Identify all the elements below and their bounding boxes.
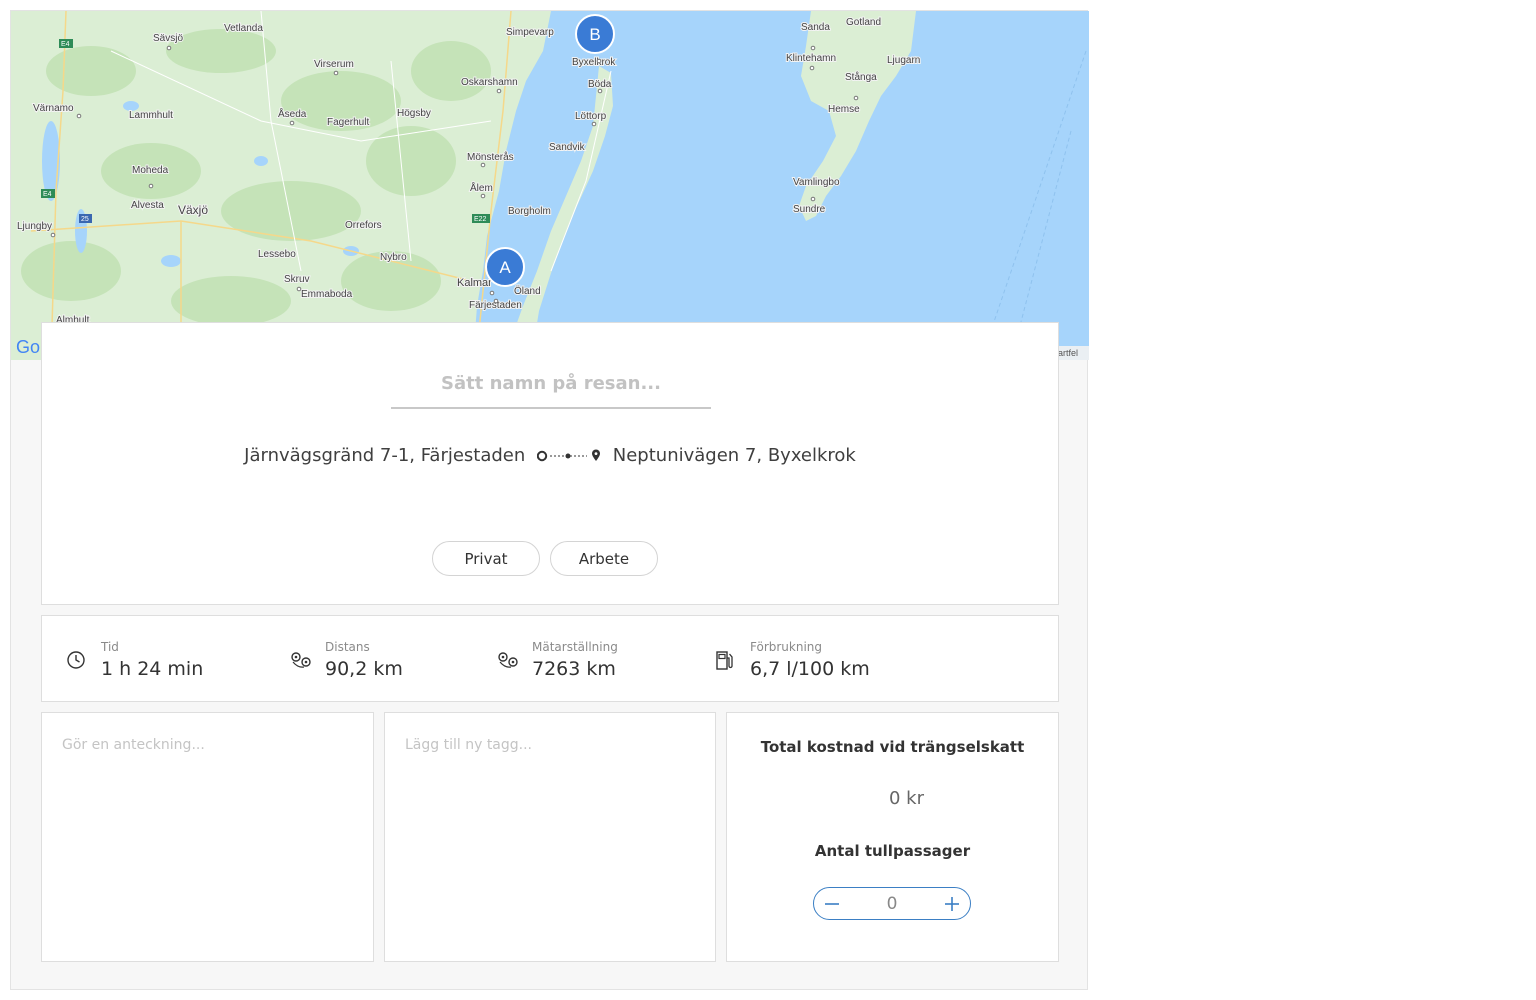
svg-text:Ljungby: Ljungby [17,221,52,232]
stat-distance-value: 90,2 km [325,658,403,680]
svg-text:Byxelkrok: Byxelkrok [572,57,616,68]
decrement-button[interactable] [814,888,850,919]
route-summary: Järnvägsgränd 7-1, Färjestaden Neptunivä… [42,445,1058,466]
svg-text:Orrefors: Orrefors [345,220,382,231]
svg-text:Moheda: Moheda [132,165,169,176]
svg-text:Skruv: Skruv [284,274,310,285]
note-card [41,712,374,962]
svg-text:E4: E4 [61,41,70,48]
route-icon [498,652,518,668]
svg-text:Växjö: Växjö [178,203,208,217]
congestion-cost-value: 0 kr [889,788,924,809]
svg-text:Simpevarp: Simpevarp [506,27,554,38]
trip-card: Järnvägsgränd 7-1, Färjestaden Neptunivä… [41,322,1059,605]
trip-detail-view: Vetlanda Sävsjö Värnamo Lammhult Virseru… [10,10,1089,990]
toll-passages-value: 0 [886,893,898,914]
svg-text:Vetlanda: Vetlanda [224,23,263,34]
plus-icon [944,896,959,911]
stat-consumption-label: Förbrukning [750,640,823,654]
svg-text:Klintehamn: Klintehamn [786,53,836,64]
stat-time-value: 1 h 24 min [101,658,204,680]
stat-distance-label: Distans [325,640,370,654]
svg-text:Sandvik: Sandvik [549,142,586,153]
congestion-tax-card: Total kostnad vid trängselskatt 0 kr Ant… [726,712,1059,962]
work-button[interactable]: Arbete [550,541,658,576]
stat-odometer-value: 7263 km [532,658,616,680]
svg-text:Sanda: Sanda [801,22,830,33]
svg-text:A: A [499,258,511,277]
tag-input[interactable] [405,737,695,937]
google-logo[interactable]: Go [16,337,40,357]
svg-text:Ålem: Ålem [470,181,493,194]
svg-text:Nybro: Nybro [380,252,407,263]
pin-a[interactable]: A [485,247,525,287]
svg-text:Sundre: Sundre [793,204,826,215]
svg-text:Kalmar: Kalmar [457,277,492,289]
svg-text:Alvesta: Alvesta [131,200,164,211]
trip-name-input[interactable] [391,359,711,409]
svg-text:Vamlingbo: Vamlingbo [793,177,840,188]
clock-icon [67,651,85,669]
map-canvas[interactable]: Vetlanda Sävsjö Värnamo Lammhult Virseru… [11,11,1089,360]
svg-text:Mönsterås: Mönsterås [467,151,514,163]
congestion-cost-title: Total kostnad vid trängselskatt [760,738,1025,756]
svg-text:Hemse: Hemse [828,104,860,115]
fuel-icon [716,651,733,670]
increment-button[interactable] [934,888,970,919]
route-map[interactable]: Vetlanda Sävsjö Värnamo Lammhult Virseru… [11,11,1089,360]
stat-consumption-value: 6,7 l/100 km [750,658,870,680]
svg-text:Åseda: Åseda [278,107,307,120]
svg-text:Löttorp: Löttorp [575,111,607,122]
map-attribution[interactable]: artfel [1058,348,1078,358]
svg-text:Sävsjö: Sävsjö [153,33,183,44]
minus-icon [825,902,839,905]
trip-category-group: Privat Arbete [432,541,658,576]
stat-odometer-label: Mätarställning [532,640,618,654]
toll-passages-stepper: 0 [813,887,971,920]
svg-text:E22: E22 [474,216,487,223]
trip-stats: Tid 1 h 24 min Distans 90,2 km Mätarstäl… [41,615,1059,702]
route-to: Neptunivägen 7, Byxelkrok [612,445,856,466]
svg-text:Högsby: Högsby [397,108,431,119]
svg-text:Fagerhult: Fagerhult [327,117,369,128]
route-connector-icon [537,449,601,462]
svg-text:Oskarshamn: Oskarshamn [461,77,518,88]
pin-b[interactable]: B [575,14,615,54]
svg-text:Stånga: Stånga [845,71,877,83]
svg-text:Emmaboda: Emmaboda [301,289,353,300]
svg-text:B: B [589,25,600,44]
stat-time-label: Tid [101,640,119,654]
svg-text:Borgholm: Borgholm [508,206,551,217]
svg-text:25: 25 [81,216,89,223]
route-icon [291,652,311,668]
toll-passages-title: Antal tullpassager [814,842,971,860]
svg-text:Gotland: Gotland [846,17,881,28]
svg-text:Virserum: Virserum [314,59,354,70]
svg-text:Lammhult: Lammhult [129,110,173,121]
svg-text:E4: E4 [43,191,52,198]
svg-text:Böda: Böda [588,79,612,90]
svg-text:Ljugarn: Ljugarn [887,55,920,66]
private-button[interactable]: Privat [432,541,540,576]
svg-text:Värnamo: Värnamo [33,103,74,114]
svg-text:Lessebo: Lessebo [258,249,296,260]
svg-text:Öland: Öland [514,285,541,297]
route-from: Järnvägsgränd 7-1, Färjestaden [244,445,526,466]
tag-card [384,712,716,962]
note-input[interactable] [62,737,352,937]
